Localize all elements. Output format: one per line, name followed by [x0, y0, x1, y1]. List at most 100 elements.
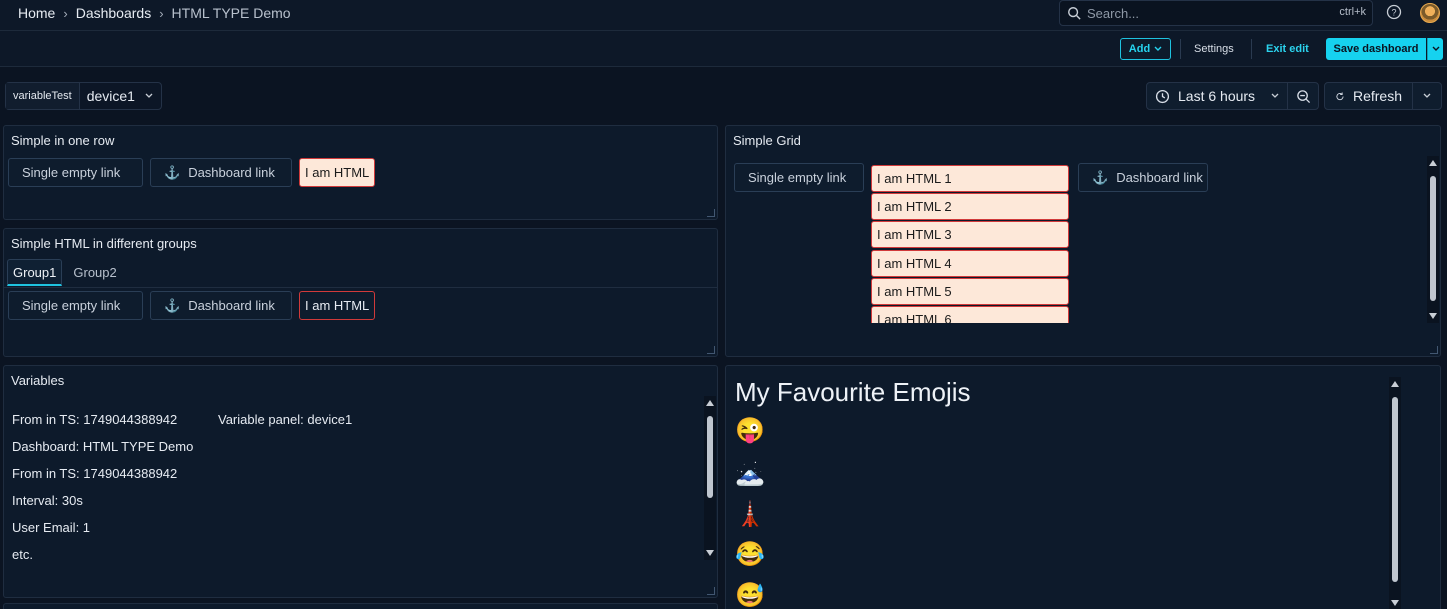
- html-item[interactable]: I am HTML 6: [871, 306, 1069, 323]
- breadcrumb-home[interactable]: Home: [18, 5, 55, 21]
- help-icon[interactable]: ?: [1386, 4, 1402, 20]
- add-label: Add: [1128, 43, 1151, 55]
- resize-handle[interactable]: [1430, 346, 1438, 354]
- chevron-down-icon: [1423, 93, 1431, 98]
- panel-title: Simple HTML in different groups: [11, 236, 197, 251]
- scroll-down-icon[interactable]: [1391, 600, 1399, 606]
- scroll-up-icon[interactable]: [1429, 160, 1437, 166]
- dashboard-link[interactable]: ⚓ Dashboard link: [150, 291, 292, 320]
- variable-line: Interval: 30s: [12, 493, 83, 508]
- html-item[interactable]: I am HTML 1: [871, 165, 1069, 192]
- scroll-thumb[interactable]: [707, 416, 713, 498]
- resize-handle[interactable]: [707, 346, 715, 354]
- refresh-label: Refresh: [1352, 88, 1402, 104]
- variable-label: variableTest: [6, 83, 80, 109]
- variable-selector[interactable]: variableTest device1: [5, 82, 162, 110]
- refresh-button[interactable]: Refresh: [1325, 83, 1413, 109]
- html-item[interactable]: I am HTML 5: [871, 278, 1069, 305]
- refresh-interval-button[interactable]: [1413, 83, 1441, 109]
- chevron-down-icon: [1432, 46, 1439, 51]
- panel-variables: Variables From in TS: 1749044388942 Vari…: [3, 365, 718, 598]
- emoji-item: 🗻: [735, 460, 765, 487]
- chevron-down-icon: [145, 93, 153, 98]
- tab-group1[interactable]: Group1: [7, 259, 63, 286]
- anchor-icon: ⚓: [164, 164, 181, 180]
- zoom-out-button[interactable]: [1288, 83, 1318, 109]
- emoji-item: 😂: [735, 541, 765, 568]
- scroll-down-icon[interactable]: [706, 550, 714, 556]
- grid-content: Single empty link I am HTML 1 I am HTML …: [726, 156, 1426, 323]
- group-tabs: Group1 Group2: [7, 259, 128, 286]
- save-dashboard-button[interactable]: Save dashboard: [1326, 38, 1426, 60]
- time-range-label: Last 6 hours: [1178, 88, 1256, 104]
- top-bar: Home › Dashboards › HTML TYPE Demo ctrl+…: [0, 0, 1447, 31]
- exit-edit-button[interactable]: Exit edit: [1258, 39, 1317, 59]
- variable-line: User Email: 1: [12, 520, 91, 535]
- refresh-picker: Refresh: [1324, 82, 1442, 110]
- resize-handle[interactable]: [707, 587, 715, 595]
- emoji-heading: My Favourite Emojis: [735, 377, 971, 407]
- dashboard-link[interactable]: ⚓ Dashboard link: [150, 158, 292, 187]
- settings-button[interactable]: Settings: [1186, 39, 1242, 59]
- chevron-down-icon: [1154, 46, 1162, 51]
- html-button[interactable]: I am HTML: [299, 158, 375, 187]
- avatar[interactable]: [1420, 3, 1440, 23]
- variable-panel-text: Variable panel: device1: [218, 412, 353, 427]
- html-button[interactable]: I am HTML: [299, 291, 375, 320]
- refresh-icon: [1336, 91, 1344, 100]
- panel-emojis: My Favourite Emojis 😜 🗻 🗼 😂 😅: [725, 365, 1441, 609]
- breadcrumb-separator-icon: ›: [159, 5, 164, 21]
- save-options-button[interactable]: [1427, 38, 1443, 60]
- panel-simple-row: Simple in one row Single empty link ⚓ Da…: [3, 125, 718, 220]
- emoji-item: 😜: [735, 417, 765, 444]
- time-range-button[interactable]: Last 6 hours: [1147, 83, 1289, 109]
- dashboard-link-label: Dashboard link: [1116, 170, 1203, 185]
- resize-handle[interactable]: [707, 209, 715, 217]
- add-button[interactable]: Add: [1120, 38, 1171, 60]
- single-empty-link[interactable]: Single empty link: [8, 291, 143, 320]
- breadcrumb: Home › Dashboards › HTML TYPE Demo: [18, 5, 291, 21]
- search-icon: [1068, 7, 1081, 20]
- variable-line: etc.: [12, 547, 33, 562]
- svg-text:?: ?: [1391, 8, 1396, 18]
- variable-line: From in TS: 1749044388942: [12, 412, 178, 427]
- panel-groups: Simple HTML in different groups Group1 G…: [3, 228, 718, 357]
- html-item[interactable]: I am HTML 2: [871, 193, 1069, 220]
- time-range-picker: Last 6 hours: [1146, 82, 1320, 110]
- divider: [1180, 39, 1181, 59]
- scroll-up-icon[interactable]: [706, 400, 714, 406]
- variable-line: From in TS: 1749044388942: [12, 466, 178, 481]
- scrollbar[interactable]: [1427, 156, 1439, 323]
- panel-partial: [3, 603, 718, 609]
- dashboard-link-label: Dashboard link: [188, 165, 275, 180]
- variable-value: device1: [86, 88, 135, 104]
- variable-dropdown[interactable]: device1: [80, 83, 161, 109]
- chevron-down-icon: [1271, 93, 1279, 98]
- emoji-item: 🗼: [735, 501, 765, 528]
- single-empty-link[interactable]: Single empty link: [734, 163, 864, 192]
- search-input[interactable]: [1087, 5, 1317, 21]
- divider: [1251, 39, 1252, 59]
- panel-simple-grid: Simple Grid Single empty link I am HTML …: [725, 125, 1441, 357]
- panel-title: Simple Grid: [733, 133, 801, 148]
- clock-icon: [1155, 89, 1170, 103]
- single-empty-link[interactable]: Single empty link: [8, 158, 143, 187]
- html-item[interactable]: I am HTML 3: [871, 221, 1069, 248]
- scroll-thumb[interactable]: [1430, 176, 1436, 301]
- anchor-icon: ⚓: [1092, 169, 1109, 185]
- scroll-down-icon[interactable]: [1429, 313, 1437, 319]
- breadcrumb-separator-icon: ›: [63, 5, 68, 21]
- dashboard-link[interactable]: ⚓ Dashboard link: [1078, 163, 1208, 192]
- scrollbar[interactable]: [704, 396, 716, 560]
- scroll-thumb[interactable]: [1392, 397, 1398, 582]
- search-box[interactable]: ctrl+k: [1059, 0, 1373, 26]
- tab-group2[interactable]: Group2: [68, 259, 121, 286]
- breadcrumb-dashboards[interactable]: Dashboards: [76, 5, 152, 21]
- scrollbar[interactable]: [1389, 377, 1401, 609]
- panel-title: Variables: [11, 373, 65, 388]
- scroll-up-icon[interactable]: [1391, 381, 1399, 387]
- search-shortcut: ctrl+k: [1339, 6, 1366, 18]
- anchor-icon: ⚓: [164, 297, 181, 313]
- html-item[interactable]: I am HTML 4: [871, 250, 1069, 277]
- emoji-item: 😅: [735, 582, 765, 609]
